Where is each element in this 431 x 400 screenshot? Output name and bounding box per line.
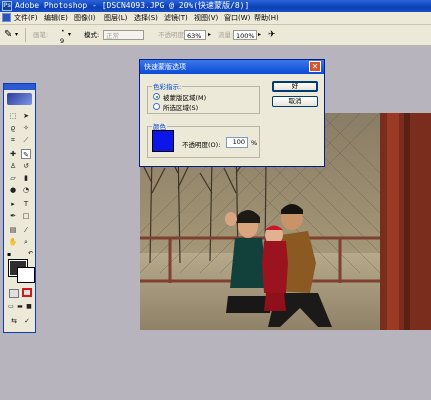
brush-tool-icon[interactable]: ✎ — [4, 25, 12, 45]
menu-layer[interactable]: 图层(L) — [104, 12, 127, 24]
notes-tool-icon[interactable]: ▤ — [8, 225, 18, 235]
brush-tool-icon[interactable]: ✎ — [21, 149, 31, 159]
opacity-input-value: 100 — [232, 138, 245, 146]
history-brush-tool-icon[interactable]: ↺ — [21, 161, 31, 171]
eraser-tool-icon[interactable]: ▱ — [8, 173, 18, 183]
screen-mode-full-icon[interactable]: ■ — [24, 302, 34, 312]
flow-value: 100% — [236, 32, 255, 40]
toolbox-header[interactable] — [4, 84, 35, 90]
airbrush-icon[interactable]: ✈ — [268, 25, 276, 45]
mode-select[interactable]: 正常 — [103, 30, 144, 40]
crop-tool-icon[interactable]: ⌗ — [8, 135, 18, 145]
opacity-unit: % — [251, 139, 258, 147]
menu-window[interactable]: 窗口(W) — [224, 12, 250, 24]
quick-mask-options-dialog: 快速蒙版选项 ✕ 色彩指示: 被蒙版区域(M) 所选区域(S) 颜色 不透明度(… — [139, 59, 325, 167]
hand-tool-icon[interactable]: ✋ — [8, 237, 18, 247]
mode-value: 正常 — [106, 32, 119, 40]
standard-mode-icon[interactable] — [9, 289, 19, 298]
ok-button[interactable]: 好 — [272, 81, 318, 92]
menu-select[interactable]: 选择(S) — [134, 12, 158, 24]
document-icon[interactable] — [2, 13, 11, 22]
opacity-field[interactable]: 63% — [184, 30, 206, 40]
default-colors-icon[interactable]: ▪ — [7, 251, 11, 258]
opacity-value: 63% — [187, 32, 202, 40]
dialog-title: 快速蒙版选项 — [144, 63, 186, 71]
menu-file[interactable]: 文件(F) — [14, 12, 38, 24]
title-bar: Ps Adobe Photoshop - [DSCN4093.JPG @ 20%… — [0, 0, 431, 12]
imageready-icon[interactable]: ✓ — [22, 316, 32, 326]
brush-size[interactable]: 9 — [60, 31, 64, 51]
close-icon[interactable]: ✕ — [309, 61, 321, 72]
quick-mask-mode-icon[interactable] — [22, 288, 32, 297]
eyedropper-tool-icon[interactable]: ⁄ — [21, 225, 31, 235]
pen-tool-icon[interactable]: ✒ — [8, 211, 18, 221]
flow-arrow-icon[interactable]: ▸ — [258, 25, 261, 45]
move-tool-icon[interactable]: ➤ — [21, 111, 31, 121]
mask-color-swatch[interactable] — [152, 130, 174, 152]
radio-selected-dot — [155, 95, 158, 98]
swap-colors-icon[interactable]: ↶ — [28, 250, 33, 257]
opacity-label: 不透明度(O): — [182, 141, 221, 149]
dodge-tool-icon[interactable]: ◔ — [21, 185, 31, 195]
background-color-swatch[interactable] — [17, 267, 35, 283]
menu-help[interactable]: 帮助(H) — [254, 12, 279, 24]
menu-edit[interactable]: 编辑(E) — [44, 12, 68, 24]
photoshop-feather-logo[interactable] — [7, 93, 32, 105]
cancel-button[interactable]: 取消 — [272, 96, 318, 107]
lasso-tool-icon[interactable]: ϱ — [8, 123, 18, 133]
slice-tool-icon[interactable]: ⟋ — [21, 135, 31, 145]
selected-areas-label[interactable]: 所选区域(S) — [163, 102, 198, 112]
shape-tool-icon[interactable]: □ — [21, 211, 31, 221]
gradient-tool-icon[interactable]: ▮ — [21, 173, 31, 183]
opacity-label: 不透明度: — [158, 31, 187, 39]
magic-wand-tool-icon[interactable]: ✧ — [21, 123, 31, 133]
flow-label: 流量: — [218, 31, 234, 39]
cancel-button-label: 取消 — [288, 97, 302, 105]
marquee-tool-icon[interactable]: ⬚ — [8, 111, 18, 121]
brush-picker-arrow-icon[interactable]: ▾ — [68, 25, 71, 45]
healing-brush-tool-icon[interactable]: ✚ — [8, 149, 18, 159]
clone-stamp-tool-icon[interactable]: ♙ — [8, 161, 18, 171]
menu-bar: 文件(F) 编辑(E) 图像(I) 图层(L) 选择(S) 滤镜(T) 视图(V… — [0, 12, 431, 25]
brush-label: 画笔: — [33, 31, 49, 39]
opacity-input[interactable]: 100 — [226, 137, 248, 148]
opacity-arrow-icon[interactable]: ▸ — [208, 25, 211, 45]
dialog-title-bar[interactable]: 快速蒙版选项 — [140, 60, 324, 74]
selected-areas-radio[interactable] — [153, 103, 160, 110]
jump-to-imageready-icon[interactable]: ⇆ — [9, 316, 19, 326]
masked-areas-radio[interactable] — [153, 93, 160, 100]
ok-button-label: 好 — [291, 82, 299, 90]
photoshop-app-icon: Ps — [2, 1, 12, 11]
flow-field[interactable]: 100% — [233, 30, 257, 40]
zoom-tool-icon[interactable]: ⌕ — [21, 237, 31, 247]
menu-image[interactable]: 图像(I) — [74, 12, 96, 24]
options-bar: ✎ ▾ 画笔: • 9 ▾ 模式: 正常 不透明度: 63% ▸ 流量: 100… — [0, 25, 431, 46]
toolbox: ⬚ ➤ ϱ ✧ ⌗ ⟋ ✚ ✎ ♙ ↺ ▱ ▮ ● ◔ ▸ T ✒ □ ▤ ⁄ … — [3, 83, 36, 333]
menu-filter[interactable]: 滤镜(T) — [164, 12, 188, 24]
mode-label: 模式: — [84, 31, 100, 39]
blur-tool-icon[interactable]: ● — [8, 185, 18, 195]
color-indicates-label: 色彩指示: — [152, 81, 183, 91]
tool-preset-arrow-icon[interactable]: ▾ — [15, 25, 18, 45]
window-title: Adobe Photoshop - [DSCN4093.JPG @ 20%(快速… — [15, 1, 250, 10]
menu-view[interactable]: 视图(V) — [194, 12, 218, 24]
path-selection-tool-icon[interactable]: ▸ — [8, 199, 18, 209]
masked-areas-label[interactable]: 被蒙版区域(M) — [163, 92, 206, 102]
separator — [25, 28, 26, 42]
type-tool-icon[interactable]: T — [21, 199, 31, 209]
